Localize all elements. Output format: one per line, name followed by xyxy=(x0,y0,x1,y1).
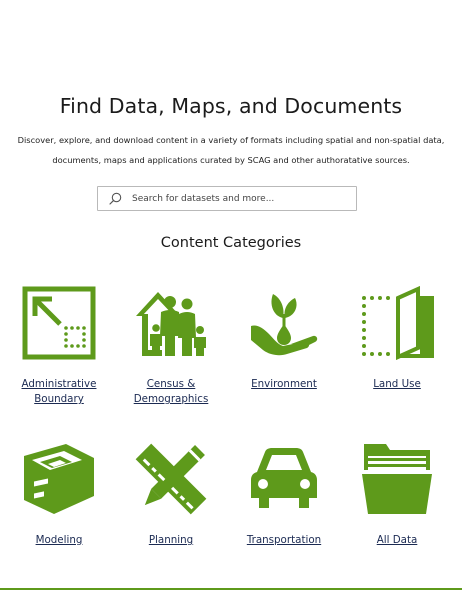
category-planning[interactable]: Planning xyxy=(115,442,227,548)
car-icon xyxy=(251,448,317,508)
category-label[interactable]: All Data xyxy=(341,533,453,548)
category-label[interactable]: Environment xyxy=(228,377,340,392)
category-label[interactable]: Transportation xyxy=(228,533,340,548)
category-transportation[interactable]: Transportation xyxy=(228,442,340,548)
model-box-icon xyxy=(24,444,94,514)
file-drawer-icon xyxy=(362,444,432,514)
category-label[interactable]: Modeling xyxy=(3,533,115,548)
page: Find Data, Maps, and Documents Discover,… xyxy=(0,0,462,592)
content-categories-heading: Content Categories xyxy=(160,235,302,251)
category-land-use[interactable]: Land Use xyxy=(341,286,453,392)
category-environment[interactable]: Environment xyxy=(228,286,340,392)
page-description: Discover, explore, and download content … xyxy=(17,135,445,165)
search-box[interactable] xyxy=(97,186,357,211)
category-administrative-boundary[interactable]: Administrative Boundary xyxy=(3,286,115,407)
category-modeling[interactable]: Modeling xyxy=(3,442,115,548)
category-label[interactable]: Land Use xyxy=(341,377,453,392)
boundary-icon xyxy=(22,286,96,360)
plant-hand-icon xyxy=(251,294,318,356)
ruler-pencil-icon xyxy=(135,443,207,515)
page-title: Find Data, Maps, and Documents xyxy=(59,94,403,118)
category-label[interactable]: Planning xyxy=(115,533,227,548)
footer-divider xyxy=(0,588,462,590)
map-fold-icon xyxy=(362,286,434,360)
category-label[interactable]: Administrative Boundary xyxy=(19,377,99,407)
category-label[interactable]: Census & Demographics xyxy=(128,377,214,407)
search-icon[interactable] xyxy=(108,192,122,206)
family-house-icon xyxy=(136,292,206,356)
category-census-demographics[interactable]: Census & Demographics xyxy=(115,286,227,407)
category-all-data[interactable]: All Data xyxy=(341,442,453,548)
search-input[interactable] xyxy=(132,193,342,204)
